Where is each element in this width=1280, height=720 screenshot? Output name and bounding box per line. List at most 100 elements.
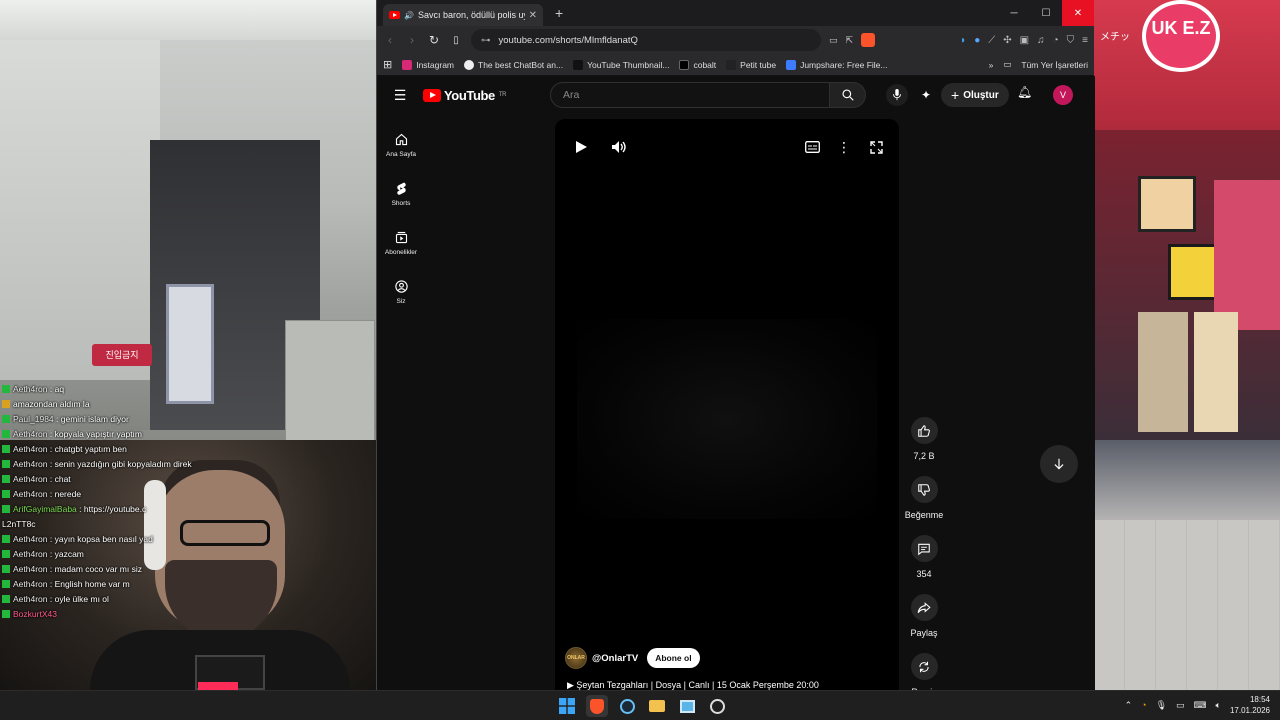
stream-background-right: UK E.Z メチッ bbox=[1094, 0, 1280, 690]
tab-close-icon[interactable]: ✕ bbox=[529, 10, 537, 21]
apps-grid-icon[interactable]: ⊞ bbox=[383, 58, 392, 71]
vpn-icon[interactable]: ⛉ bbox=[1067, 35, 1075, 46]
back-button[interactable]: ‹ bbox=[383, 33, 397, 47]
menu-icon[interactable]: ≡ bbox=[1082, 35, 1088, 46]
volume-icon bbox=[612, 141, 626, 153]
bookmark-instagram[interactable]: Instagram bbox=[402, 59, 454, 70]
chat-separator: : bbox=[47, 594, 55, 604]
video-frame bbox=[577, 319, 877, 519]
chevron-up-icon[interactable]: ⌃ bbox=[1125, 700, 1133, 711]
video-title[interactable]: ▶ Şeytan Tezgahları | Dosya | Canlı | 15… bbox=[567, 680, 819, 690]
account-avatar[interactable]: V bbox=[1053, 85, 1073, 105]
bookmark-chatbot[interactable]: The best ChatBot an... bbox=[464, 59, 563, 70]
voice-search-button[interactable] bbox=[886, 84, 908, 106]
like-count: 7,2 B bbox=[913, 451, 935, 461]
close-window-button[interactable]: ✕ bbox=[1062, 0, 1094, 26]
url-field[interactable]: ⊶ youtube.com/shorts/MlmfldanatQ bbox=[471, 29, 821, 51]
tray-app-icon[interactable]: ◔ bbox=[1141, 700, 1146, 710]
extension-icon[interactable]: ◗ bbox=[960, 35, 966, 46]
forward-button[interactable]: › bbox=[405, 33, 419, 47]
hamburger-menu-icon[interactable]: ☰ bbox=[387, 87, 413, 104]
maximize-button[interactable]: ☐ bbox=[1030, 0, 1062, 26]
clock[interactable]: 18:54 17.01.2026 bbox=[1230, 694, 1270, 716]
extension-icon[interactable]: ● bbox=[974, 35, 980, 46]
channel-avatar[interactable]: ONLAR bbox=[565, 647, 587, 669]
tab-youtube[interactable]: 🔊 Savcı baron, ödüllü polis uyu ✕ bbox=[383, 4, 543, 26]
remix-button[interactable] bbox=[910, 653, 938, 680]
bookmark-youtube-thumbnail[interactable]: YouTube Thumbnail... bbox=[573, 59, 669, 70]
chat-separator: : bbox=[47, 474, 55, 484]
chat-text: yazcam bbox=[54, 549, 84, 559]
search-button[interactable] bbox=[830, 82, 866, 108]
youtube-logo[interactable]: YouTube TR bbox=[423, 88, 507, 103]
volume-button[interactable] bbox=[607, 135, 631, 159]
chat-text: senin yazdığın gibi kopyaladım direk bbox=[54, 459, 192, 469]
chat-separator: : bbox=[53, 414, 61, 424]
chat-message: Aeth4ron : yazcam bbox=[0, 547, 376, 562]
taskbar-obs[interactable] bbox=[706, 695, 728, 717]
channel-name[interactable]: @OnlarTV bbox=[592, 653, 638, 664]
tab-title: Savcı baron, ödüllü polis uyu bbox=[417, 10, 525, 20]
bookmark-petit-tube[interactable]: Petit tube bbox=[726, 59, 776, 70]
minimize-button[interactable]: ─ bbox=[998, 0, 1030, 26]
more-options-icon[interactable]: ⋮ bbox=[832, 135, 856, 159]
notifications-bell-icon[interactable]: 🔔︎ bbox=[1017, 85, 1032, 99]
window-controls: ─ ☐ ✕ bbox=[998, 0, 1094, 26]
bookmark-jumpshare[interactable]: Jumpshare: Free File... bbox=[786, 59, 887, 70]
sidebar-item-home[interactable]: Ana Sayfa bbox=[377, 120, 425, 169]
chat-message: Aeth4ron : kopyala yapıştır yaptım bbox=[0, 427, 376, 442]
speaker-icon[interactable]: 🔊 bbox=[404, 11, 414, 20]
next-short-button[interactable] bbox=[1040, 445, 1078, 483]
taskbar-steam[interactable] bbox=[616, 695, 638, 717]
shorts-icon bbox=[396, 182, 406, 195]
share-icon[interactable]: ⇱ bbox=[846, 35, 854, 46]
chatbot-icon bbox=[464, 59, 475, 70]
subscribe-button[interactable]: Abone ol bbox=[647, 648, 700, 668]
chat-separator: : bbox=[76, 504, 84, 514]
start-button[interactable] bbox=[556, 695, 578, 717]
folder-icon: ▭ bbox=[1003, 59, 1012, 69]
dislike-button[interactable] bbox=[910, 476, 938, 503]
reload-button[interactable]: ↻ bbox=[427, 33, 441, 47]
site-info-icon[interactable]: ⊶ bbox=[481, 35, 491, 46]
wallet-icon[interactable]: ◔ bbox=[1053, 35, 1059, 46]
share-button[interactable] bbox=[910, 594, 938, 621]
chat-message: Aeth4ron : nerede bbox=[0, 487, 376, 502]
comments-action: 354 bbox=[904, 535, 944, 594]
all-bookmarks-button[interactable]: Tüm Yer İşaretleri bbox=[1021, 60, 1088, 70]
chat-badge-icon bbox=[2, 565, 10, 573]
bookmark-icon[interactable]: ▯ bbox=[449, 35, 463, 46]
shorts-video-player[interactable]: ⋮ ONLAR @OnlarTV Abone ol ▶ Şeytan Tezga… bbox=[555, 119, 899, 690]
network-icon[interactable]: ⌨ bbox=[1194, 700, 1207, 711]
like-button[interactable] bbox=[910, 417, 938, 444]
extension-icon[interactable]: ⟋ bbox=[988, 35, 995, 46]
play-button[interactable] bbox=[569, 135, 593, 159]
search-input[interactable] bbox=[550, 82, 830, 108]
media-icon[interactable]: ♫ bbox=[1037, 35, 1045, 46]
sidebar-icon[interactable]: ▣ bbox=[1020, 35, 1029, 46]
display-icon[interactable]: ▭ bbox=[1176, 700, 1185, 711]
new-tab-button[interactable]: + bbox=[555, 5, 563, 21]
captions-button[interactable] bbox=[800, 135, 824, 159]
thumbs-up-icon bbox=[918, 424, 930, 437]
brave-shield-icon[interactable] bbox=[861, 33, 876, 47]
fullscreen-button[interactable] bbox=[864, 135, 888, 159]
taskbar-app[interactable] bbox=[676, 695, 698, 717]
chat-badge-icon bbox=[2, 415, 10, 423]
sidebar-item-you[interactable]: Siz bbox=[377, 267, 425, 316]
extensions-puzzle-icon[interactable]: ✣ bbox=[1003, 35, 1011, 46]
microphone-tray-icon[interactable]: 🎙︎ bbox=[1156, 700, 1167, 711]
cobalt-icon bbox=[679, 59, 690, 70]
bookmark-cobalt[interactable]: cobalt bbox=[679, 59, 716, 70]
taskbar-file-explorer[interactable] bbox=[646, 695, 668, 717]
volume-tray-icon[interactable]: 🔈︎ bbox=[1216, 700, 1221, 711]
taskbar-brave[interactable] bbox=[586, 695, 608, 717]
sidebar-item-subscriptions[interactable]: Abonelikler bbox=[377, 218, 425, 267]
ai-spark-icon[interactable]: ✦ bbox=[915, 84, 937, 106]
cast-icon[interactable]: ▭ bbox=[829, 35, 838, 46]
sidebar-item-shorts[interactable]: Shorts bbox=[377, 169, 425, 218]
comments-button[interactable] bbox=[910, 535, 938, 562]
chat-text: L2nTT8c bbox=[2, 519, 36, 529]
more-bookmarks-button[interactable]: » bbox=[989, 60, 994, 70]
create-button[interactable]: + Oluştur bbox=[941, 83, 1009, 107]
